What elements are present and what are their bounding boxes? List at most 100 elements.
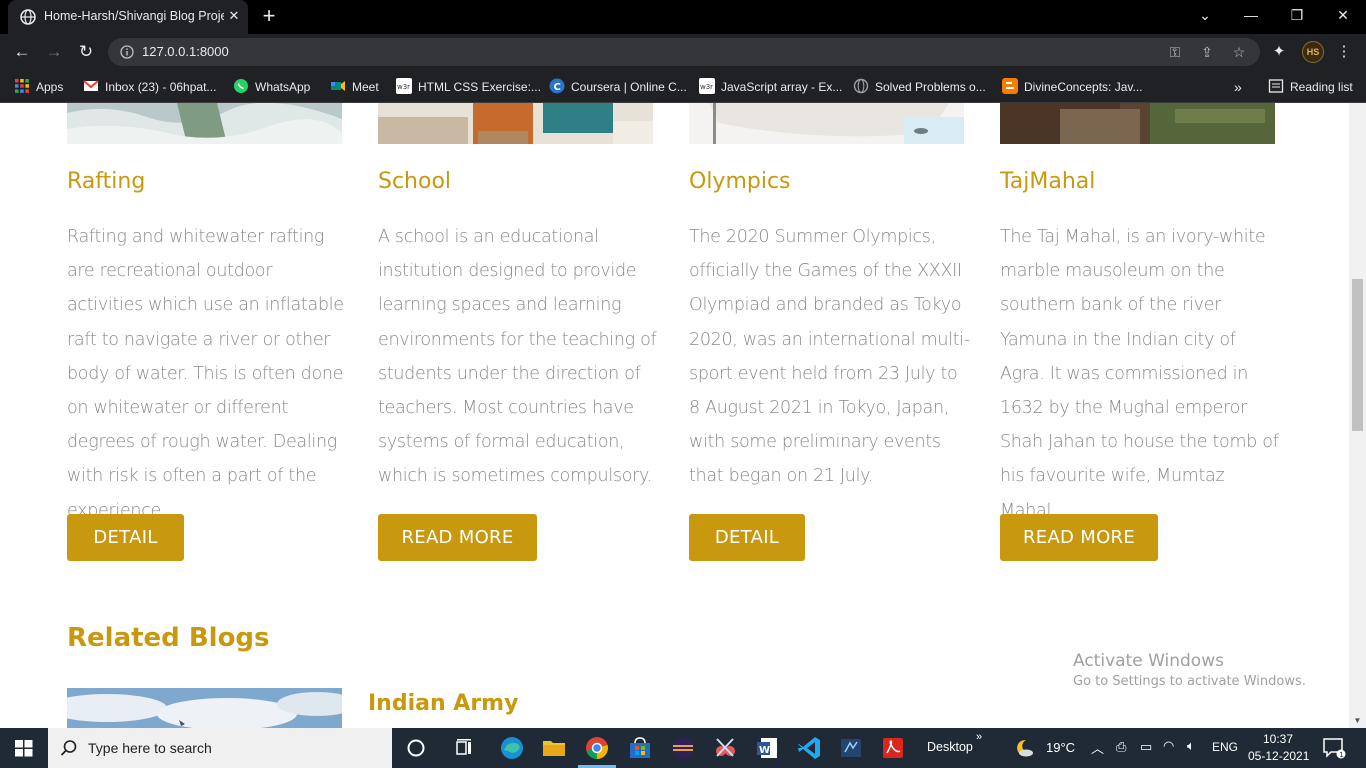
card-description: The 2020 Summer Olympics, officially the… — [689, 227, 970, 487]
weather-temperature[interactable]: 19°C — [1046, 740, 1075, 755]
gmail-icon — [83, 80, 99, 91]
tab-title: Home-Harsh/Shivangi Blog Proje — [44, 9, 224, 23]
minimize-button[interactable]: — — [1228, 0, 1274, 30]
activate-windows-watermark: Activate Windows Go to Settings to activ… — [1073, 651, 1306, 689]
coursera-icon: C — [549, 78, 565, 94]
card-title: TajMahal — [1000, 169, 1096, 194]
task-view-icon[interactable] — [450, 734, 478, 762]
meet-icon — [331, 81, 345, 91]
clock-date[interactable]: 05-12-2021 — [1248, 749, 1309, 763]
wifi-icon[interactable]: ◠ — [1163, 738, 1174, 754]
detail-button[interactable]: DETAIL — [689, 514, 805, 561]
cortana-icon[interactable] — [402, 734, 430, 762]
bookmark-solved-problems[interactable]: Solved Problems o... — [853, 77, 986, 97]
volume-icon[interactable]: 🔈︎ — [1187, 738, 1195, 754]
search-icon — [60, 740, 77, 756]
more-bookmarks-chevron-icon[interactable]: » — [1234, 77, 1242, 97]
scrollbar-thumb[interactable] — [1352, 279, 1363, 431]
bookmark-whatsapp[interactable]: WhatsApp — [233, 77, 310, 97]
svg-text:1: 1 — [1339, 751, 1343, 759]
search-placeholder: Type here to search — [88, 740, 212, 756]
store-icon[interactable] — [626, 734, 654, 762]
globe-icon — [20, 9, 36, 25]
file-explorer-icon[interactable] — [540, 734, 568, 762]
card-description: Rafting and whitewater rafting are recre… — [67, 227, 344, 521]
watermark-subtitle: Go to Settings to activate Windows. — [1073, 674, 1306, 689]
svg-text:w3r: w3r — [700, 83, 713, 91]
watermark-title: Activate Windows — [1073, 651, 1224, 671]
bookmark-coursera[interactable]: C Coursera | Online C... — [549, 77, 687, 97]
tajmahal-image[interactable] — [1000, 103, 1275, 144]
card-description: A school is an educational institution d… — [378, 227, 657, 487]
chrome-icon[interactable] — [583, 734, 611, 762]
info-icon[interactable] — [120, 45, 134, 59]
browser-tab-strip: Home-Harsh/Shivangi Blog Proje ✕ + ⌄ — ❐… — [0, 0, 1366, 34]
close-window-button[interactable]: ✕ — [1320, 0, 1366, 30]
related-blog-title[interactable]: Indian Army — [368, 691, 518, 716]
svg-text:w3r: w3r — [397, 83, 410, 91]
read-more-button[interactable]: READ MORE — [378, 514, 537, 561]
indian-army-image[interactable] — [67, 688, 342, 728]
snipping-tool-icon[interactable] — [711, 734, 739, 762]
school-image[interactable] — [378, 103, 653, 144]
taskbar-search-box[interactable]: Type here to search — [48, 728, 392, 768]
blogger-icon — [1002, 78, 1018, 94]
card-title: Rafting — [67, 169, 146, 194]
bookmark-meet[interactable]: Meet — [330, 77, 379, 97]
bookmark-html-css-exercise[interactable]: w3r HTML CSS Exercise:... — [396, 77, 541, 97]
key-icon[interactable]: ⚿ — [1166, 44, 1184, 60]
windows-start-icon[interactable] — [0, 728, 48, 768]
olympics-image[interactable] — [689, 103, 964, 144]
detail-button[interactable]: DETAIL — [67, 514, 184, 561]
clock-time[interactable]: 10:37 — [1263, 732, 1293, 746]
eclipse-icon[interactable] — [669, 734, 697, 762]
apps-grid-icon — [15, 79, 29, 93]
bookmark-divineconcepts[interactable]: DivineConcepts: Jav... — [1002, 77, 1143, 97]
bookmarks-bar: Apps Inbox (23) - 06hpat... WhatsApp Mee… — [0, 70, 1366, 103]
word-icon[interactable]: W — [753, 734, 781, 762]
card-description: The Taj Mahal, is an ivory-white marble … — [1000, 227, 1279, 521]
tray-chevron-up-icon[interactable]: ︿ — [1091, 738, 1104, 757]
rafting-image[interactable] — [67, 103, 342, 144]
bookmark-gmail[interactable]: Inbox (23) - 06hpat... — [83, 77, 216, 97]
desktop-toolbar-chevron-icon[interactable]: » — [976, 731, 982, 743]
bookmark-star-icon[interactable]: ☆ — [1230, 44, 1248, 60]
w3r-icon: w3r — [699, 78, 715, 94]
battery-icon[interactable]: ▭ — [1140, 739, 1152, 755]
share-icon[interactable]: ⇪ — [1198, 44, 1216, 60]
notification-center-icon[interactable]: 1 — [1322, 737, 1346, 759]
reading-list-button[interactable]: Reading list — [1268, 77, 1353, 97]
sql-tool-icon[interactable] — [837, 734, 865, 762]
back-arrow-icon[interactable]: ← — [10, 40, 34, 64]
address-bar[interactable]: 127.0.0.1:8000 ⚿ ⇪ ☆ — [108, 38, 1260, 66]
restore-button[interactable]: ❐ — [1274, 0, 1320, 30]
whatsapp-icon — [234, 79, 248, 93]
read-more-button[interactable]: READ MORE — [1000, 514, 1158, 561]
new-tab-button[interactable]: + — [258, 5, 280, 28]
scroll-down-arrow-icon[interactable]: ▼ — [1349, 714, 1366, 728]
page-scrollbar[interactable]: ▼ — [1349, 103, 1366, 728]
edge-icon[interactable] — [498, 734, 526, 762]
close-tab-icon[interactable]: ✕ — [226, 8, 242, 24]
forward-arrow-icon[interactable]: → — [42, 40, 66, 64]
windows-taskbar: Type here to search W Desktop » 19°C ︿ ⎙… — [0, 728, 1366, 768]
browser-toolbar: ← → ↻ 127.0.0.1:8000 ⚿ ⇪ ☆ ✦ HS ⋮ — [0, 34, 1366, 70]
w3r-icon: w3r — [396, 78, 412, 94]
tab-search-chevron-icon[interactable]: ⌄ — [1182, 0, 1228, 30]
reload-icon[interactable]: ↻ — [74, 40, 98, 64]
desktop-toolbar-label[interactable]: Desktop — [927, 740, 973, 754]
browser-tab-active[interactable]: Home-Harsh/Shivangi Blog Proje ✕ — [8, 0, 248, 34]
bookmark-apps[interactable]: Apps — [14, 77, 63, 97]
weather-moon-icon[interactable] — [1012, 738, 1036, 758]
meet-now-icon[interactable]: ⎙ — [1116, 739, 1126, 755]
bookmark-javascript-array[interactable]: w3r JavaScript array - Ex... — [699, 77, 842, 97]
card-title: Olympics — [689, 169, 791, 194]
profile-avatar[interactable]: HS — [1302, 41, 1324, 63]
extensions-puzzle-icon[interactable]: ✦ — [1269, 42, 1289, 62]
acrobat-icon[interactable] — [879, 734, 907, 762]
related-blogs-heading: Related Blogs — [67, 623, 270, 653]
vscode-icon[interactable] — [795, 734, 823, 762]
url-text: 127.0.0.1:8000 — [142, 44, 229, 59]
input-language[interactable]: ENG — [1212, 740, 1238, 754]
menu-kebab-icon[interactable]: ⋮ — [1334, 42, 1354, 62]
